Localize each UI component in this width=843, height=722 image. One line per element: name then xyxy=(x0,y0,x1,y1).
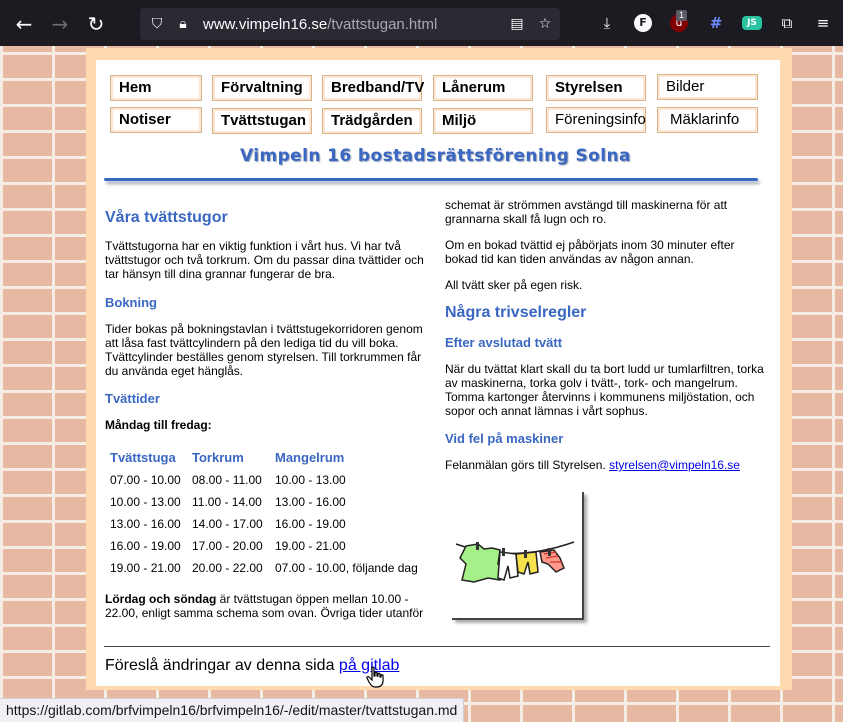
heading-efter-avslutad-tvatt: Efter avslutad tvätt xyxy=(445,335,563,350)
schedule-cell: 11.00 - 14.00 xyxy=(192,495,262,509)
download-icon[interactable]: ⤓ xyxy=(596,12,618,34)
after-wash-text: När du tvättat klart skall du ta bort lu… xyxy=(445,362,764,418)
schedule-cell: 08.00 - 11.00 xyxy=(192,473,262,487)
styrelsen-email-link[interactable]: styrelsen@vimpeln16.se xyxy=(609,458,740,472)
reload-icon[interactable]: ↻ xyxy=(83,11,109,37)
heading-vara-tvattstugor: Våra tvättstugor xyxy=(105,209,228,226)
bokning-text: Tider bokas på bokningstavlan i tvättstu… xyxy=(105,322,423,378)
nav-notiser[interactable]: Notiser xyxy=(110,107,202,133)
continued-text-2: Om en bokad tvättid ej påbörjats inom 30… xyxy=(445,238,735,266)
nav-foreningsinfo[interactable]: Föreningsinfo xyxy=(546,107,646,133)
bookmark-star-icon[interactable]: ☆ xyxy=(536,15,554,33)
ublock-badge: 1 xyxy=(676,10,688,21)
hash-extension-icon[interactable]: # xyxy=(705,12,727,34)
clothesline-icon xyxy=(455,541,575,583)
js-extension-icon[interactable]: JS xyxy=(742,16,762,30)
shield-icon[interactable]: ⛉ xyxy=(148,15,166,33)
url-domain: www.vimpeln16.se xyxy=(203,16,328,33)
schedule-cell: 10.00 - 13.00 xyxy=(275,473,346,487)
schedule-cell: 14.00 - 17.00 xyxy=(192,517,263,531)
schedule-cell: 10.00 - 13.00 xyxy=(110,495,181,509)
extension-f-icon[interactable]: F xyxy=(634,14,652,32)
continued-text-3: All tvätt sker på egen risk. xyxy=(445,278,583,292)
url-path: /tvattstugan.html xyxy=(327,16,438,33)
schedule-header-tvattstuga: Tvättstuga xyxy=(110,450,176,465)
schedule-cell: 07.00 - 10.00, följande dag xyxy=(275,561,418,575)
schedule-cell: 20.00 - 22.00 xyxy=(192,561,263,575)
heading-trivselregler: Några trivselregler xyxy=(445,304,587,321)
schedule-cell: 13.00 - 16.00 xyxy=(110,517,181,531)
extensions-puzzle-icon[interactable]: ⧉ xyxy=(776,12,798,34)
footer-rule xyxy=(104,646,770,647)
continued-text-1: schemat är strömmen avstängd till maskin… xyxy=(445,198,728,226)
reader-view-icon[interactable]: ▤ xyxy=(508,15,526,33)
schedule-header-mangelrum: Mangelrum xyxy=(275,450,345,465)
weekend-label: Lördag och söndag xyxy=(105,592,217,606)
menu-hamburger-icon[interactable]: ≡ xyxy=(812,12,834,34)
schedule-cell: 16.00 - 19.00 xyxy=(110,539,181,553)
browser-toolbar: ← → ↻ ⛉ 🔒︎ www.vimpeln16.se/tvattstugan.… xyxy=(0,0,843,46)
nav-hem[interactable]: Hem xyxy=(110,75,202,101)
schedule-cell: 19.00 - 21.00 xyxy=(275,539,346,553)
nav-miljo[interactable]: Miljö xyxy=(433,108,533,134)
schedule-cell: 13.00 - 16.00 xyxy=(275,495,346,509)
nav-styrelsen[interactable]: Styrelsen xyxy=(546,75,646,101)
url-text[interactable]: www.vimpeln16.se/tvattstugan.html xyxy=(203,16,437,33)
nav-forvaltning[interactable]: Förvaltning xyxy=(212,75,312,101)
heading-bokning: Bokning xyxy=(105,295,157,310)
footer-suggest: Föreslå ändringar av denna sida på gitla… xyxy=(105,657,399,675)
nav-maklarinfo[interactable]: Mäklarinfo xyxy=(657,107,758,133)
nav-bredband-tv[interactable]: Bredband/TV xyxy=(322,75,424,101)
schedule-cell: 19.00 - 21.00 xyxy=(110,561,181,575)
weekday-label: Måndag till fredag: xyxy=(105,418,212,432)
fault-text: Felanmälan görs till Styrelsen. styrelse… xyxy=(445,458,767,472)
schedule-cell: 16.00 - 19.00 xyxy=(275,517,346,531)
heading-tvattider: Tvättider xyxy=(105,391,160,406)
site-title: Vimpeln 16 bostadsrättsförening Solna xyxy=(240,146,631,166)
schedule-header-torkrum: Torkrum xyxy=(192,450,244,465)
hand-cursor-icon xyxy=(366,666,386,693)
nav-tradgarden[interactable]: Trädgården xyxy=(322,108,422,134)
nav-tvattstugan[interactable]: Tvättstugan xyxy=(212,108,312,134)
intro-text: Tvättstugorna har en viktig funktion i v… xyxy=(105,239,424,281)
schedule-cell: 17.00 - 20.00 xyxy=(192,539,263,553)
status-bar-url: https://gitlab.com/brfvimpeln16/brfvimpe… xyxy=(0,698,465,722)
nav-lanerum[interactable]: Lånerum xyxy=(433,75,533,101)
heading-vid-fel: Vid fel på maskiner xyxy=(445,431,564,446)
schedule-cell: 07.00 - 10.00 xyxy=(110,473,181,487)
forward-arrow-icon[interactable]: → xyxy=(47,11,73,37)
lock-warning-icon[interactable]: 🔒︎ xyxy=(174,15,192,33)
back-arrow-icon[interactable]: ← xyxy=(11,11,37,37)
laundry-line-illustration xyxy=(452,492,584,620)
weekend-text: Lördag och söndag är tvättstugan öppen m… xyxy=(105,592,425,620)
nav-bilder[interactable]: Bilder xyxy=(657,74,758,100)
url-bar[interactable]: ⛉ 🔒︎ www.vimpeln16.se/tvattstugan.html ▤… xyxy=(140,8,560,40)
fault-body: Felanmälan görs till Styrelsen. xyxy=(445,458,610,472)
title-rule xyxy=(104,178,758,181)
footer-text: Föreslå ändringar av denna sida xyxy=(105,657,339,674)
